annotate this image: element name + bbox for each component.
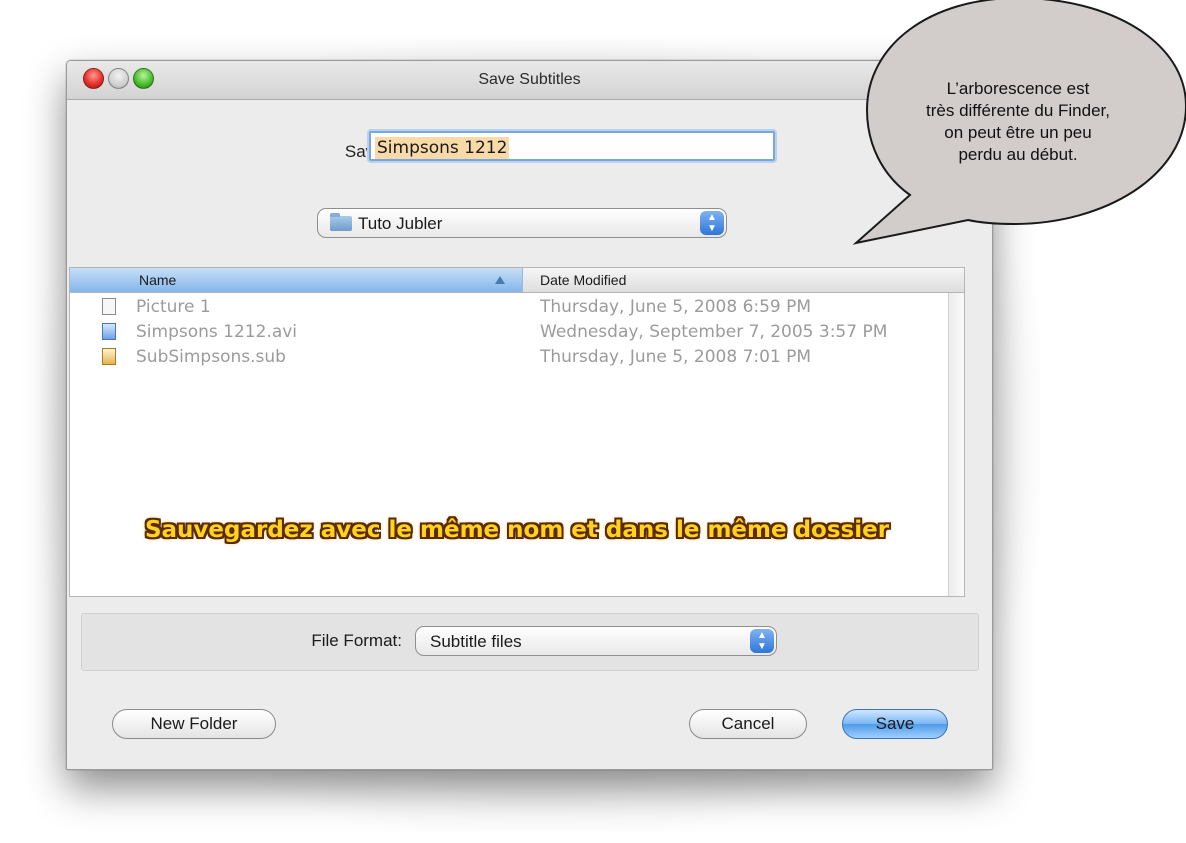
speech-bubble-text: L’arborescence est très différente du Fi… bbox=[878, 78, 1158, 166]
location-label: Tuto Jubler bbox=[358, 214, 443, 233]
bubble-line: perdu au début. bbox=[958, 145, 1078, 164]
file-name: Simpsons 1212.avi bbox=[136, 322, 298, 342]
name-column-header[interactable]: Name bbox=[70, 268, 523, 292]
file-row[interactable]: Picture 1 Thursday, June 5, 2008 6:59 PM bbox=[70, 295, 950, 319]
save-as-input[interactable]: Simpsons 1212 bbox=[369, 131, 775, 161]
save-as-value: Simpsons 1212 bbox=[375, 137, 510, 159]
file-date: Wednesday, September 7, 2005 3:57 PM bbox=[540, 322, 888, 342]
file-format-panel: File Format: Subtitle files ▲ ▼ bbox=[81, 613, 979, 671]
file-name: SubSimpsons.sub bbox=[136, 347, 286, 367]
location-popup[interactable]: Tuto Jubler ▲ ▼ bbox=[317, 208, 727, 238]
popup-arrows-icon: ▲ ▼ bbox=[700, 211, 724, 235]
new-folder-button[interactable]: New Folder bbox=[112, 709, 276, 739]
date-column-header[interactable]: Date Modified bbox=[540, 272, 626, 288]
file-date: Thursday, June 5, 2008 7:01 PM bbox=[540, 347, 812, 367]
folder-icon bbox=[330, 213, 352, 231]
save-button[interactable]: Save bbox=[842, 709, 948, 739]
subtitle-file-icon bbox=[102, 348, 116, 365]
window-title: Save Subtitles bbox=[478, 71, 581, 88]
file-format-value: Subtitle files bbox=[430, 632, 522, 651]
image-file-icon bbox=[102, 298, 116, 315]
browser-header: Name Date Modified bbox=[70, 268, 964, 293]
title-bar: Save Subtitles bbox=[67, 61, 992, 100]
file-format-popup[interactable]: Subtitle files ▲ ▼ bbox=[415, 626, 777, 656]
file-name: Picture 1 bbox=[136, 297, 211, 317]
bubble-line: on peut être un peu bbox=[944, 123, 1092, 142]
video-file-icon bbox=[102, 323, 116, 340]
file-date: Thursday, June 5, 2008 6:59 PM bbox=[540, 297, 812, 317]
vertical-scrollbar[interactable] bbox=[948, 293, 964, 596]
bubble-line: très différente du Finder, bbox=[926, 101, 1110, 120]
file-format-label: File Format: bbox=[311, 631, 402, 650]
save-dialog: Save Subtitles Save As: Simpsons 1212 Tu… bbox=[66, 60, 993, 770]
popup-arrows-icon: ▲ ▼ bbox=[750, 629, 774, 653]
overlay-annotation: Sauvegardez avec le même nom et dans le … bbox=[144, 517, 890, 543]
file-row[interactable]: Simpsons 1212.avi Wednesday, September 7… bbox=[70, 320, 950, 344]
sort-ascending-icon bbox=[495, 276, 505, 284]
cancel-button[interactable]: Cancel bbox=[689, 709, 807, 739]
name-column-label: Name bbox=[139, 272, 177, 288]
file-row[interactable]: SubSimpsons.sub Thursday, June 5, 2008 7… bbox=[70, 345, 950, 369]
bubble-line: L’arborescence est bbox=[946, 79, 1090, 98]
file-browser[interactable]: Name Date Modified Picture 1 Thursday, J… bbox=[69, 267, 965, 597]
